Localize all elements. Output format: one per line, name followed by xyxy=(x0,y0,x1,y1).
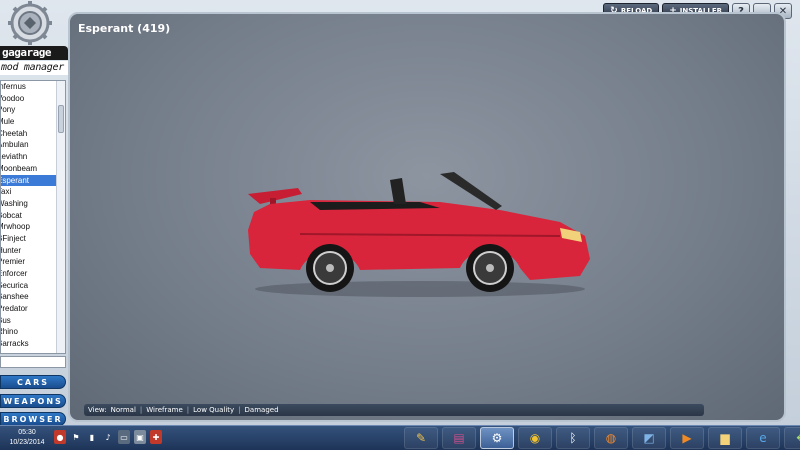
system-tray: ● ⚑ ▮ ♪ ▭ ▣ ✚ xyxy=(54,430,162,444)
taskbar-apps: ✎ ▤ ⚙ ◉ ᛒ ◍ ◩ ▶ ▆ e ❖ xyxy=(404,427,800,449)
weapons-button[interactable]: WEAPONS xyxy=(0,394,66,408)
task-ie-icon[interactable]: e xyxy=(746,427,780,449)
os-taskbar: 05:30 10/23/2014 ● ⚑ ▮ ♪ ▭ ▣ ✚ ✎ ▤ ⚙ ◉ ᛒ… xyxy=(0,425,800,450)
task-paint-icon[interactable]: ✎ xyxy=(404,427,438,449)
task-bluetooth-icon[interactable]: ᛒ xyxy=(556,427,590,449)
security-icon[interactable]: ✚ xyxy=(150,430,162,444)
vehicle-search-input[interactable] xyxy=(0,356,66,368)
clock-time: 05:30 xyxy=(18,429,36,436)
front-wheel xyxy=(466,244,514,292)
monitor-icon[interactable]: ▭ xyxy=(118,430,130,444)
view-wireframe[interactable]: Wireframe xyxy=(146,406,183,414)
view-separator: | xyxy=(238,406,241,414)
logo-subtitle: mod manager xyxy=(0,61,68,75)
app-logo: gagarage mod manager xyxy=(0,0,68,80)
view-damaged[interactable]: Damaged xyxy=(245,406,279,414)
model-viewport[interactable]: Esperant (419) View: Normal | Wireframe … xyxy=(68,12,786,422)
car-model-render[interactable] xyxy=(240,164,600,299)
list-scrollbar[interactable] xyxy=(56,81,65,353)
clock-date: 10/23/2014 xyxy=(9,439,45,446)
list-scroll-thumb[interactable] xyxy=(58,105,64,133)
vehicle-list[interactable]: InfernusVoodooPonyMuleCheetahAmbulanLevi… xyxy=(0,80,66,354)
task-winrar-icon[interactable]: ▤ xyxy=(442,427,476,449)
signal-icon[interactable]: ▮ xyxy=(86,430,98,444)
tray-app-icon[interactable]: ● xyxy=(54,430,66,444)
view-normal[interactable]: Normal xyxy=(111,406,136,414)
view-separator: | xyxy=(139,406,143,414)
task-windows-icon[interactable]: ❖ xyxy=(784,427,800,449)
display-icon[interactable]: ▣ xyxy=(134,430,146,444)
task-modmanager-icon[interactable]: ⚙ xyxy=(480,427,514,449)
view-separator: | xyxy=(186,406,190,414)
gear-logo-icon xyxy=(8,1,52,45)
flag-icon[interactable]: ⚑ xyxy=(70,430,82,444)
task-photo-icon[interactable]: ◩ xyxy=(632,427,666,449)
task-firefox-icon[interactable]: ◍ xyxy=(594,427,628,449)
logo-title: gagarage xyxy=(0,46,68,60)
cars-button[interactable]: CARS xyxy=(0,375,66,389)
rear-wheel xyxy=(306,244,354,292)
view-low-quality[interactable]: Low Quality xyxy=(193,406,234,414)
view-mode-bar: View: Normal | Wireframe | Low Quality |… xyxy=(84,404,704,416)
vehicle-title: Esperant (419) xyxy=(78,22,171,35)
view-label: View: xyxy=(88,406,107,414)
taskbar-clock[interactable]: 05:30 10/23/2014 xyxy=(4,428,50,448)
browser-button[interactable]: BROWSER xyxy=(0,412,66,426)
volume-icon[interactable]: ♪ xyxy=(102,430,114,444)
task-media-icon[interactable]: ▶ xyxy=(670,427,704,449)
task-chrome-icon[interactable]: ◉ xyxy=(518,427,552,449)
task-folder-icon[interactable]: ▆ xyxy=(708,427,742,449)
